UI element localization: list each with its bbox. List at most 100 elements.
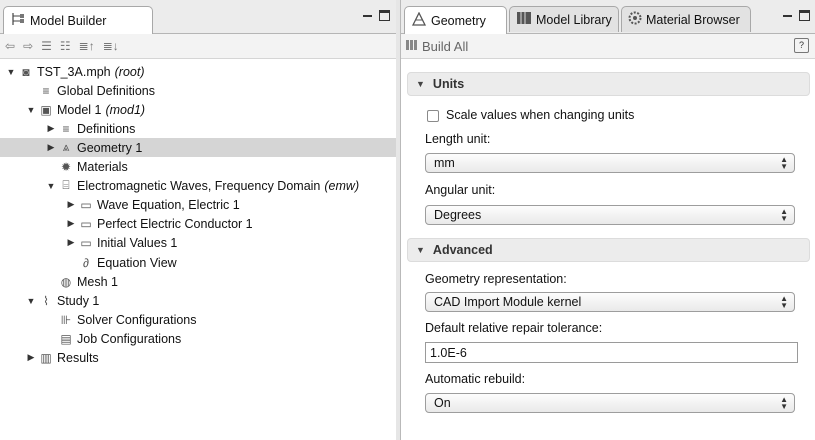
tree-item-tag: (mod1) bbox=[105, 102, 146, 117]
tab-material-browser[interactable]: Material Browser bbox=[621, 6, 751, 32]
geometry-representation-label: Geometry representation: bbox=[425, 272, 567, 286]
tree-item[interactable]: ▼ ⌸ Electromagnetic Waves, Frequency Domai… bbox=[0, 176, 396, 195]
tree-item[interactable]: ▶ ▭ Wave Equation, Electric 1 bbox=[0, 195, 396, 214]
length-unit-label: Length unit: bbox=[425, 132, 491, 146]
forward-arrow-icon[interactable]: ⇨ bbox=[23, 39, 33, 53]
tree-item[interactable]: ▶ ▥ Results bbox=[0, 348, 396, 367]
collapse-triangle-icon: ▼ bbox=[416, 79, 425, 89]
model-builder-toolbar: ⇦ ⇨ ☰ ☷ ≣↑ ≣↓ bbox=[0, 34, 396, 59]
tab-geometry[interactable]: Geometry bbox=[404, 6, 507, 34]
tree-item-label: Electromagnetic Waves, Frequency Domain bbox=[77, 178, 321, 193]
repair-tolerance-input[interactable]: 1.0E-6 bbox=[425, 342, 798, 363]
scale-values-label: Scale values when changing units bbox=[446, 108, 635, 122]
scale-values-checkbox[interactable] bbox=[427, 110, 439, 122]
geometry-representation-select[interactable]: CAD Import Module kernel ▲ ▼ bbox=[425, 292, 795, 312]
tree-item[interactable]: ≡ Global Definitions bbox=[0, 81, 396, 100]
expanded-twisty-icon[interactable]: ▼ bbox=[46, 181, 56, 191]
sort-up-icon[interactable]: ≣↑ bbox=[79, 39, 95, 53]
solver-configurations-icon: ⊪ bbox=[60, 312, 72, 327]
boundary-feature-icon: ▭ bbox=[80, 216, 92, 231]
select-arrows-icon: ▲ ▼ bbox=[780, 395, 788, 411]
settings-toolbar: Build All ? bbox=[401, 34, 815, 59]
collapsed-twisty-icon[interactable]: ▶ bbox=[46, 142, 56, 153]
mph-file-icon: ◙ bbox=[22, 64, 30, 79]
model-builder-icon bbox=[10, 12, 26, 29]
global-definitions-icon: ≡ bbox=[42, 83, 50, 98]
tab-model-builder[interactable]: Model Builder bbox=[3, 6, 153, 34]
tree-item-label: Definitions bbox=[77, 121, 136, 136]
tree-item-label: Study 1 bbox=[57, 293, 100, 308]
angular-unit-select[interactable]: Degrees ▲ ▼ bbox=[425, 205, 795, 225]
tree-item[interactable]: ▼ ⌇ Study 1 bbox=[0, 291, 396, 310]
tree-item-label: Job Configurations bbox=[77, 331, 182, 346]
tree-item[interactable]: ◍ Mesh 1 bbox=[0, 272, 396, 291]
expanded-twisty-icon[interactable]: ▼ bbox=[6, 67, 16, 77]
tree-item-label: Model 1 bbox=[57, 102, 102, 117]
tree-item[interactable]: ▼ ◙ TST_3A.mph (root) bbox=[0, 62, 396, 81]
mesh-icon: ◍ bbox=[60, 274, 72, 289]
tree-item[interactable]: ⊪ Solver Configurations bbox=[0, 310, 396, 329]
collapsed-twisty-icon[interactable]: ▶ bbox=[26, 352, 36, 363]
tree-item[interactable]: ▼ ▣ Model 1 (mod1) bbox=[0, 100, 396, 119]
build-all-button[interactable]: Build All bbox=[406, 39, 468, 54]
material-browser-icon bbox=[628, 11, 642, 28]
tree-item-label: Results bbox=[57, 350, 99, 365]
tree-item[interactable]: ▶ ▭ Initial Values 1 bbox=[0, 233, 396, 252]
materials-icon: ✹ bbox=[60, 159, 72, 174]
tree-item[interactable]: ✹ Materials bbox=[0, 157, 396, 176]
model-builder-tabstrip: Model Builder bbox=[0, 0, 396, 34]
tab-label: Geometry bbox=[431, 13, 486, 28]
tree-item[interactable]: ▶ ⩓ Geometry 1 bbox=[0, 138, 396, 157]
tree-item[interactable]: ▶ ▭ Perfect Electric Conductor 1 bbox=[0, 214, 396, 233]
tree-item-label: TST_3A.mph bbox=[37, 64, 111, 79]
show-icon[interactable]: ☰ bbox=[41, 39, 52, 53]
domain-feature-icon: ▭ bbox=[80, 235, 92, 250]
repair-tolerance-label: Default relative repair tolerance: bbox=[425, 321, 603, 335]
model-library-icon bbox=[516, 11, 532, 28]
collapsed-twisty-icon[interactable]: ▶ bbox=[66, 237, 76, 248]
angular-unit-label: Angular unit: bbox=[425, 183, 496, 197]
advanced-section-header[interactable]: ▼ Advanced bbox=[407, 238, 810, 262]
build-all-label: Build All bbox=[422, 38, 469, 54]
units-section-header[interactable]: ▼ Units bbox=[407, 72, 810, 96]
tree-item[interactable]: ∂ Equation View bbox=[0, 253, 396, 272]
tree-item-label: Initial Values 1 bbox=[97, 235, 178, 250]
job-configurations-icon: ▤ bbox=[60, 331, 72, 346]
minimize-icon[interactable] bbox=[782, 10, 793, 21]
tree-item-label: Solver Configurations bbox=[77, 312, 197, 327]
study-icon: ⌇ bbox=[43, 293, 49, 308]
model-icon: ▣ bbox=[40, 102, 52, 117]
maximize-icon[interactable] bbox=[379, 10, 390, 21]
length-unit-value: mm bbox=[434, 156, 455, 170]
automatic-rebuild-label: Automatic rebuild: bbox=[425, 372, 526, 386]
maximize-icon[interactable] bbox=[799, 10, 810, 21]
tab-label: Model Builder bbox=[30, 13, 107, 28]
tree-item[interactable]: ▶ ≡ Definitions bbox=[0, 119, 396, 138]
select-arrows-icon: ▲ ▼ bbox=[780, 155, 788, 171]
tree-item-label: Wave Equation, Electric 1 bbox=[97, 197, 240, 212]
automatic-rebuild-select[interactable]: On ▲ ▼ bbox=[425, 393, 795, 413]
tree-item-label: Materials bbox=[77, 159, 128, 174]
back-arrow-icon[interactable]: ⇦ bbox=[5, 39, 15, 53]
collapse-icon[interactable]: ☷ bbox=[60, 39, 71, 53]
collapse-triangle-icon: ▼ bbox=[416, 245, 425, 255]
section-title: Advanced bbox=[432, 243, 493, 257]
help-icon[interactable]: ? bbox=[794, 38, 809, 53]
tree-item[interactable]: ▤ Job Configurations bbox=[0, 329, 396, 348]
tab-model-library[interactable]: Model Library bbox=[509, 6, 619, 32]
geometry-icon bbox=[411, 11, 427, 29]
section-title: Units bbox=[432, 77, 465, 91]
automatic-rebuild-value: On bbox=[434, 396, 451, 410]
select-arrows-icon: ▲ ▼ bbox=[780, 294, 788, 310]
collapsed-twisty-icon[interactable]: ▶ bbox=[66, 218, 76, 229]
expanded-twisty-icon[interactable]: ▼ bbox=[26, 296, 36, 306]
collapsed-twisty-icon[interactable]: ▶ bbox=[46, 123, 56, 134]
sort-down-icon[interactable]: ≣↓ bbox=[103, 39, 119, 53]
expanded-twisty-icon[interactable]: ▼ bbox=[26, 105, 36, 115]
select-arrows-icon: ▲ ▼ bbox=[780, 207, 788, 223]
domain-feature-icon: ▭ bbox=[80, 197, 92, 212]
collapsed-twisty-icon[interactable]: ▶ bbox=[66, 199, 76, 210]
length-unit-select[interactable]: mm ▲ ▼ bbox=[425, 153, 795, 173]
tree-item-tag: (emw) bbox=[324, 178, 360, 193]
minimize-icon[interactable] bbox=[362, 10, 373, 21]
